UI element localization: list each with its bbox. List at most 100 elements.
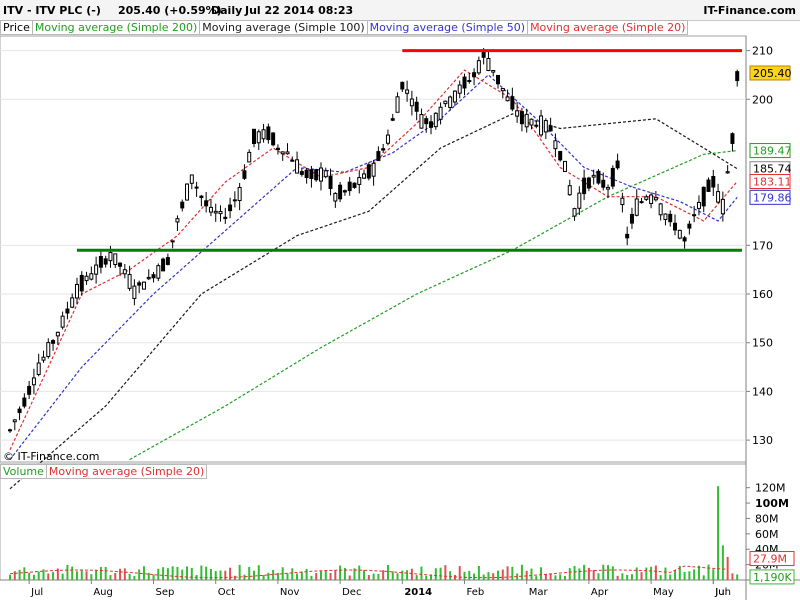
volume-bar-67 xyxy=(329,572,332,580)
candle-body-42 xyxy=(208,206,213,213)
volume-bar-74 xyxy=(363,570,366,580)
candle-body-46 xyxy=(228,204,233,212)
xtick-label-1: Aug xyxy=(93,587,113,598)
candle-body-80 xyxy=(390,118,395,121)
volume-bar-119 xyxy=(578,568,581,580)
volume-bar-96 xyxy=(468,570,471,580)
volume-bar-122 xyxy=(592,569,595,580)
volume-bar-48 xyxy=(238,564,241,580)
candle-body-142 xyxy=(687,223,692,229)
volume-bar-151 xyxy=(731,573,734,580)
volume-bar-116 xyxy=(563,576,566,580)
candle-body-24 xyxy=(122,269,127,275)
legend-volume[interactable]: Volume xyxy=(0,464,47,479)
candle-body-77 xyxy=(376,151,381,162)
candle-body-109 xyxy=(529,118,534,126)
xtick-label-0: Jul xyxy=(30,587,43,598)
candle-body-14 xyxy=(74,284,79,299)
candle-body-125 xyxy=(606,186,611,190)
candle-body-26 xyxy=(132,285,137,299)
volume-bar-92 xyxy=(449,571,452,580)
candle-body-113 xyxy=(548,125,553,132)
volume-bar-26 xyxy=(133,575,136,580)
volume-bar-114 xyxy=(554,575,557,580)
price-chart[interactable]: 130140150160170200210120M100M80M60M40M20… xyxy=(0,0,800,600)
volume-bar-85 xyxy=(415,575,418,580)
volume-bar-32 xyxy=(162,567,165,580)
volume-bar-21 xyxy=(109,575,112,580)
candle-body-84 xyxy=(409,98,414,107)
candle-body-133 xyxy=(644,196,649,200)
candle-body-141 xyxy=(682,237,687,242)
candle-body-54 xyxy=(266,126,271,141)
volume-bar-23 xyxy=(119,568,122,580)
candle-body-120 xyxy=(582,177,587,195)
candle-body-138 xyxy=(668,213,673,223)
candle-body-72 xyxy=(352,182,357,188)
volume-bar-87 xyxy=(425,575,428,580)
candle-body-104 xyxy=(505,96,510,102)
volume-bar-15 xyxy=(80,569,83,580)
candle-body-5 xyxy=(31,377,36,386)
volume-bar-93 xyxy=(453,574,456,580)
candle-body-110 xyxy=(534,124,539,127)
candle-body-146 xyxy=(706,179,711,192)
xtick-label-9: Apr xyxy=(591,587,609,598)
legend-volume-ma20[interactable]: Moving average (Simple 20) xyxy=(45,464,208,479)
candle-body-16 xyxy=(84,275,89,282)
volume-bar-115 xyxy=(559,574,562,580)
volume-bar-18 xyxy=(95,570,98,580)
volume-bar-33 xyxy=(166,568,169,580)
candle-body-90 xyxy=(438,106,443,120)
candle-body-27 xyxy=(137,282,142,286)
volume-bar-150 xyxy=(726,556,729,580)
candle-body-89 xyxy=(433,112,438,128)
y-axis: 130140150160170200210120M100M80M60M40M20… xyxy=(746,45,789,572)
xtick-label-4: Nov xyxy=(280,587,300,598)
volume-bar-149 xyxy=(721,545,724,580)
ytick-label-200: 200 xyxy=(752,93,773,106)
candle-body-9 xyxy=(51,340,56,344)
candle-body-108 xyxy=(524,113,529,128)
volume-bar-102 xyxy=(497,570,499,580)
volume-bar-79 xyxy=(386,565,389,580)
candle-body-92 xyxy=(448,96,453,108)
volume-bar-81 xyxy=(396,573,399,580)
volume-plot-frame xyxy=(0,463,747,581)
xtick-label-12: Jul xyxy=(714,587,727,598)
ma200-tag: 189.47 xyxy=(753,145,792,158)
ytick-label-150: 150 xyxy=(752,337,773,350)
volume-bar-44 xyxy=(219,570,222,580)
candle-body-51 xyxy=(252,128,256,145)
volume-bar-97 xyxy=(473,573,476,580)
candle-body-118 xyxy=(572,208,577,217)
volume-bar-142 xyxy=(688,571,691,580)
volume-bar-138 xyxy=(669,574,672,580)
vol-tick-label-120M: 120M xyxy=(755,482,786,495)
volume-bar-20 xyxy=(104,566,107,580)
volume-bar-136 xyxy=(659,575,662,580)
candle-body-127 xyxy=(615,160,620,169)
volume-bar-146 xyxy=(707,564,710,580)
candle-body-10 xyxy=(55,331,60,337)
candle-body-111 xyxy=(539,115,544,136)
volume-bar-152 xyxy=(736,574,739,580)
candle-body-49 xyxy=(242,170,247,179)
candle-body-33 xyxy=(165,257,170,265)
volume-bar-27 xyxy=(138,569,141,580)
volume-bar-1 xyxy=(13,571,16,580)
volume-bar-145 xyxy=(702,575,705,580)
candle-body-71 xyxy=(347,181,352,192)
candle-body-31 xyxy=(156,265,161,279)
volume-bar-12 xyxy=(66,564,69,580)
volume-bar-148 xyxy=(717,486,720,580)
candle-body-82 xyxy=(400,81,405,90)
candle-body-43 xyxy=(213,210,218,214)
volume-bar-22 xyxy=(114,572,117,580)
volume-bar-95 xyxy=(463,571,466,580)
volume-bar-103 xyxy=(501,569,504,580)
candle-body-22 xyxy=(113,253,118,265)
candle-body-96 xyxy=(467,80,472,83)
volume-bar-63 xyxy=(310,575,313,580)
volume-bar-124 xyxy=(602,564,605,580)
